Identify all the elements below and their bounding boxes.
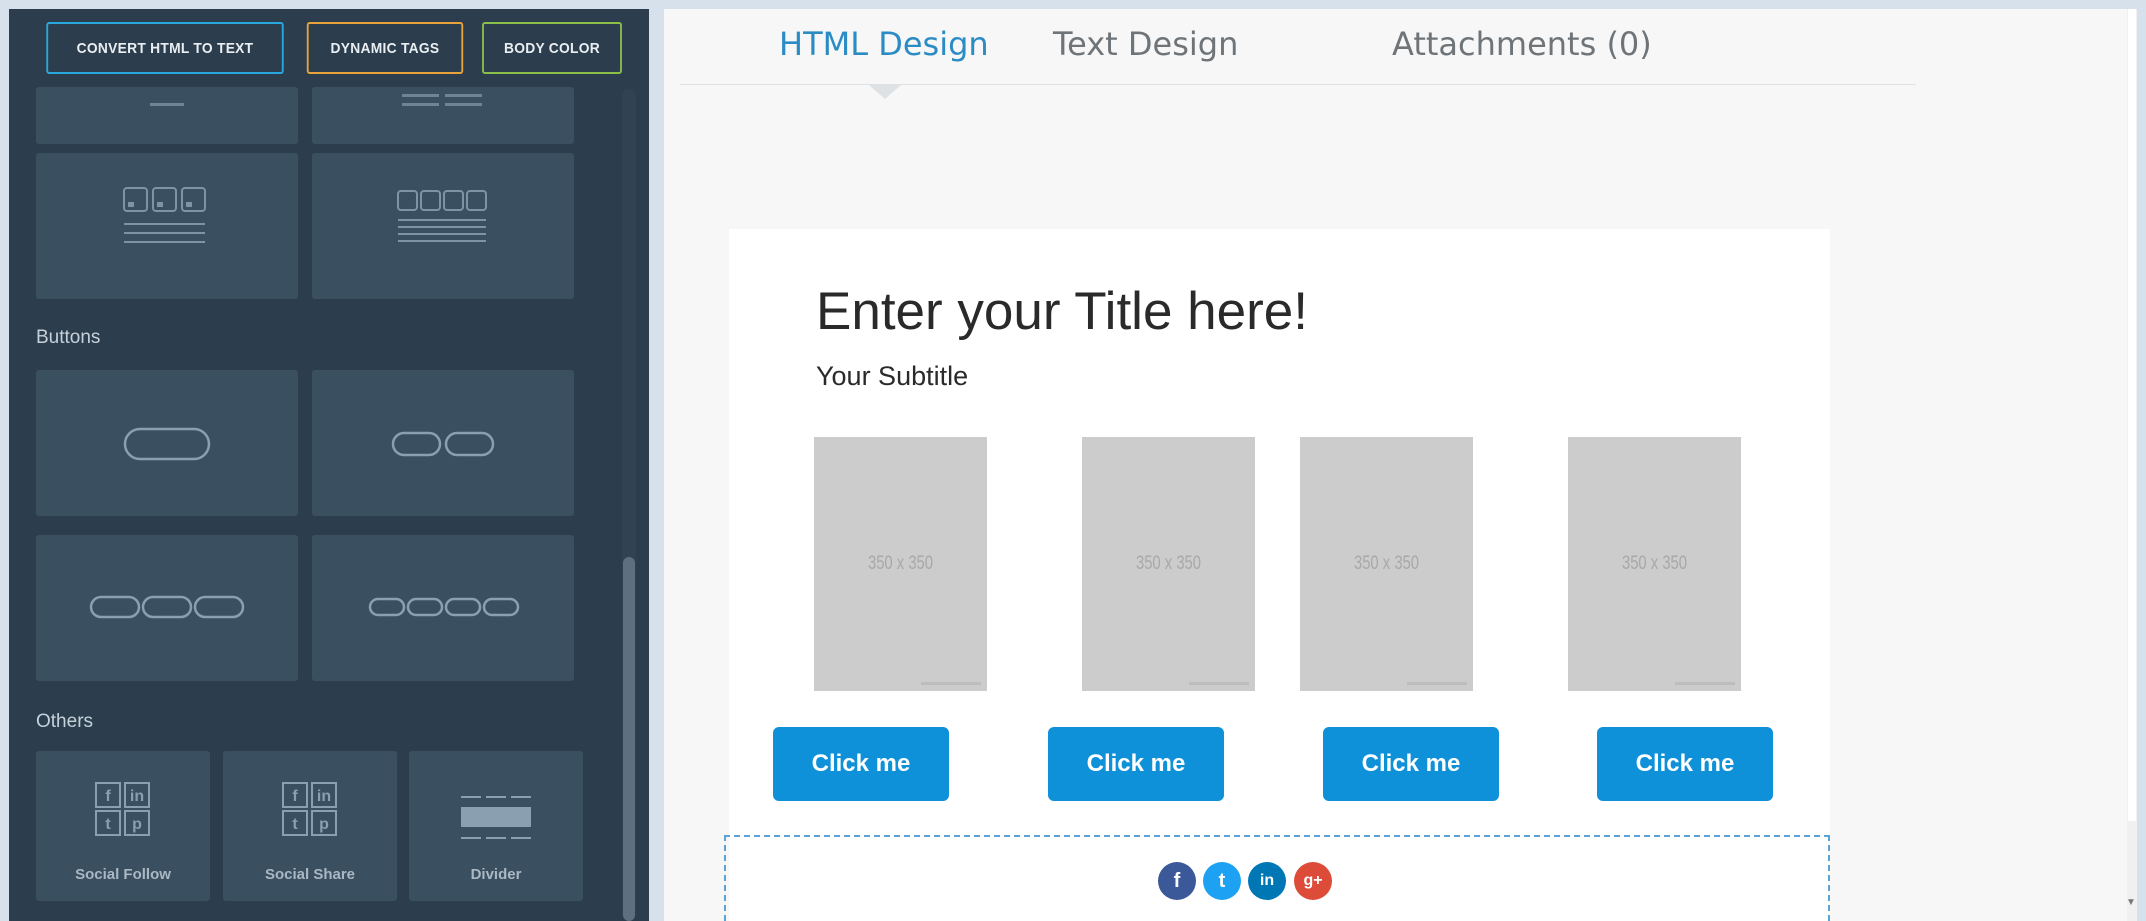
image-watermark [1189, 682, 1249, 685]
tab-text-design[interactable]: Text Design [1053, 25, 1238, 63]
scroll-down-arrow-icon[interactable]: ▼ [2126, 897, 2136, 908]
svg-text:t: t [105, 816, 111, 833]
content-block-sidebar: CONVERT HTML TO TEXT DYNAMIC TAGS BODY C… [9, 9, 649, 921]
design-tabs: HTML Design Text Design Attachments (0) [680, 9, 1916, 99]
image-placeholder-label: 350 x 350 [867, 553, 934, 574]
button-block-single[interactable] [36, 370, 298, 516]
image-placeholder-label: 350 x 350 [1621, 553, 1688, 574]
email-subtitle[interactable]: Your Subtitle [816, 361, 968, 392]
button-block-triple[interactable] [36, 535, 298, 681]
sidebar-scrollbar-thumb[interactable] [623, 557, 635, 921]
section-label-buttons: Buttons [36, 327, 101, 348]
image-placeholder[interactable]: 350 x 350 [814, 437, 987, 691]
email-title[interactable]: Enter your Title here! [816, 281, 1308, 342]
layout-block-three-image-columns[interactable] [36, 153, 298, 299]
convert-html-to-text-button[interactable]: CONVERT HTML TO TEXT [46, 22, 284, 74]
two-buttons-icon [391, 431, 495, 457]
image-placeholder-label: 350 x 350 [1353, 553, 1420, 574]
body-color-button[interactable]: BODY COLOR [482, 22, 622, 74]
click-me-button[interactable]: Click me [1323, 727, 1499, 801]
dynamic-tags-button[interactable]: DYNAMIC TAGS [306, 22, 464, 74]
svg-text:f: f [105, 788, 111, 805]
button-block-double[interactable] [312, 370, 574, 516]
svg-text:in: in [317, 788, 331, 805]
svg-text:in: in [130, 788, 144, 805]
image-watermark [921, 682, 981, 685]
image-watermark [1407, 682, 1467, 685]
social-follow-block[interactable]: f in t p Social Follow [36, 751, 210, 901]
svg-text:p: p [319, 816, 329, 833]
four-image-columns-icon [397, 190, 487, 242]
page-scrollbar-thumb[interactable] [2128, 9, 2136, 821]
layout-block-two-column-text[interactable] [312, 87, 574, 144]
single-button-icon [123, 427, 211, 461]
google-plus-icon[interactable]: g+ [1294, 862, 1332, 900]
image-placeholder[interactable]: 350 x 350 [1568, 437, 1741, 691]
image-watermark [1675, 682, 1735, 685]
layout-block-four-image-columns[interactable] [312, 153, 574, 299]
three-buttons-icon [89, 595, 245, 619]
svg-text:t: t [292, 816, 298, 833]
image-placeholder[interactable]: 350 x 350 [1300, 437, 1473, 691]
two-column-lines-icon [402, 94, 482, 106]
divider-caption: Divider [470, 866, 522, 883]
three-image-columns-icon [123, 187, 206, 243]
active-tab-indicator [869, 85, 901, 99]
editor-main-area: HTML Design Text Design Attachments (0) … [664, 9, 2137, 921]
email-canvas[interactable]: Enter your Title here! Your Subtitle 350… [724, 229, 1830, 921]
social-share-block[interactable]: f in t p Social Share [223, 751, 397, 901]
click-me-button[interactable]: Click me [773, 727, 949, 801]
divider-block[interactable]: Divider [409, 751, 583, 901]
social-share-caption: Social Share [264, 866, 356, 883]
image-placeholder-label: 350 x 350 [1135, 553, 1202, 574]
linkedin-icon[interactable]: in [1248, 862, 1286, 900]
layout-block-single-divider[interactable] [36, 87, 298, 144]
svg-text:f: f [292, 788, 298, 805]
image-placeholder[interactable]: 350 x 350 [1082, 437, 1255, 691]
single-line-icon [150, 103, 184, 106]
section-label-others: Others [36, 711, 94, 732]
button-block-quadruple[interactable] [312, 535, 574, 681]
twitter-icon[interactable]: t [1203, 862, 1241, 900]
svg-text:p: p [132, 816, 142, 833]
social-follow-caption: Social Follow [75, 866, 171, 883]
four-buttons-icon [368, 597, 520, 617]
click-me-button[interactable]: Click me [1048, 727, 1224, 801]
click-me-button[interactable]: Click me [1597, 727, 1773, 801]
social-icons-block[interactable]: f t in g+ [724, 835, 1830, 921]
tab-html-design[interactable]: HTML Design [779, 25, 989, 63]
facebook-icon[interactable]: f [1158, 862, 1196, 900]
tab-attachments[interactable]: Attachments (0) [1392, 25, 1652, 63]
